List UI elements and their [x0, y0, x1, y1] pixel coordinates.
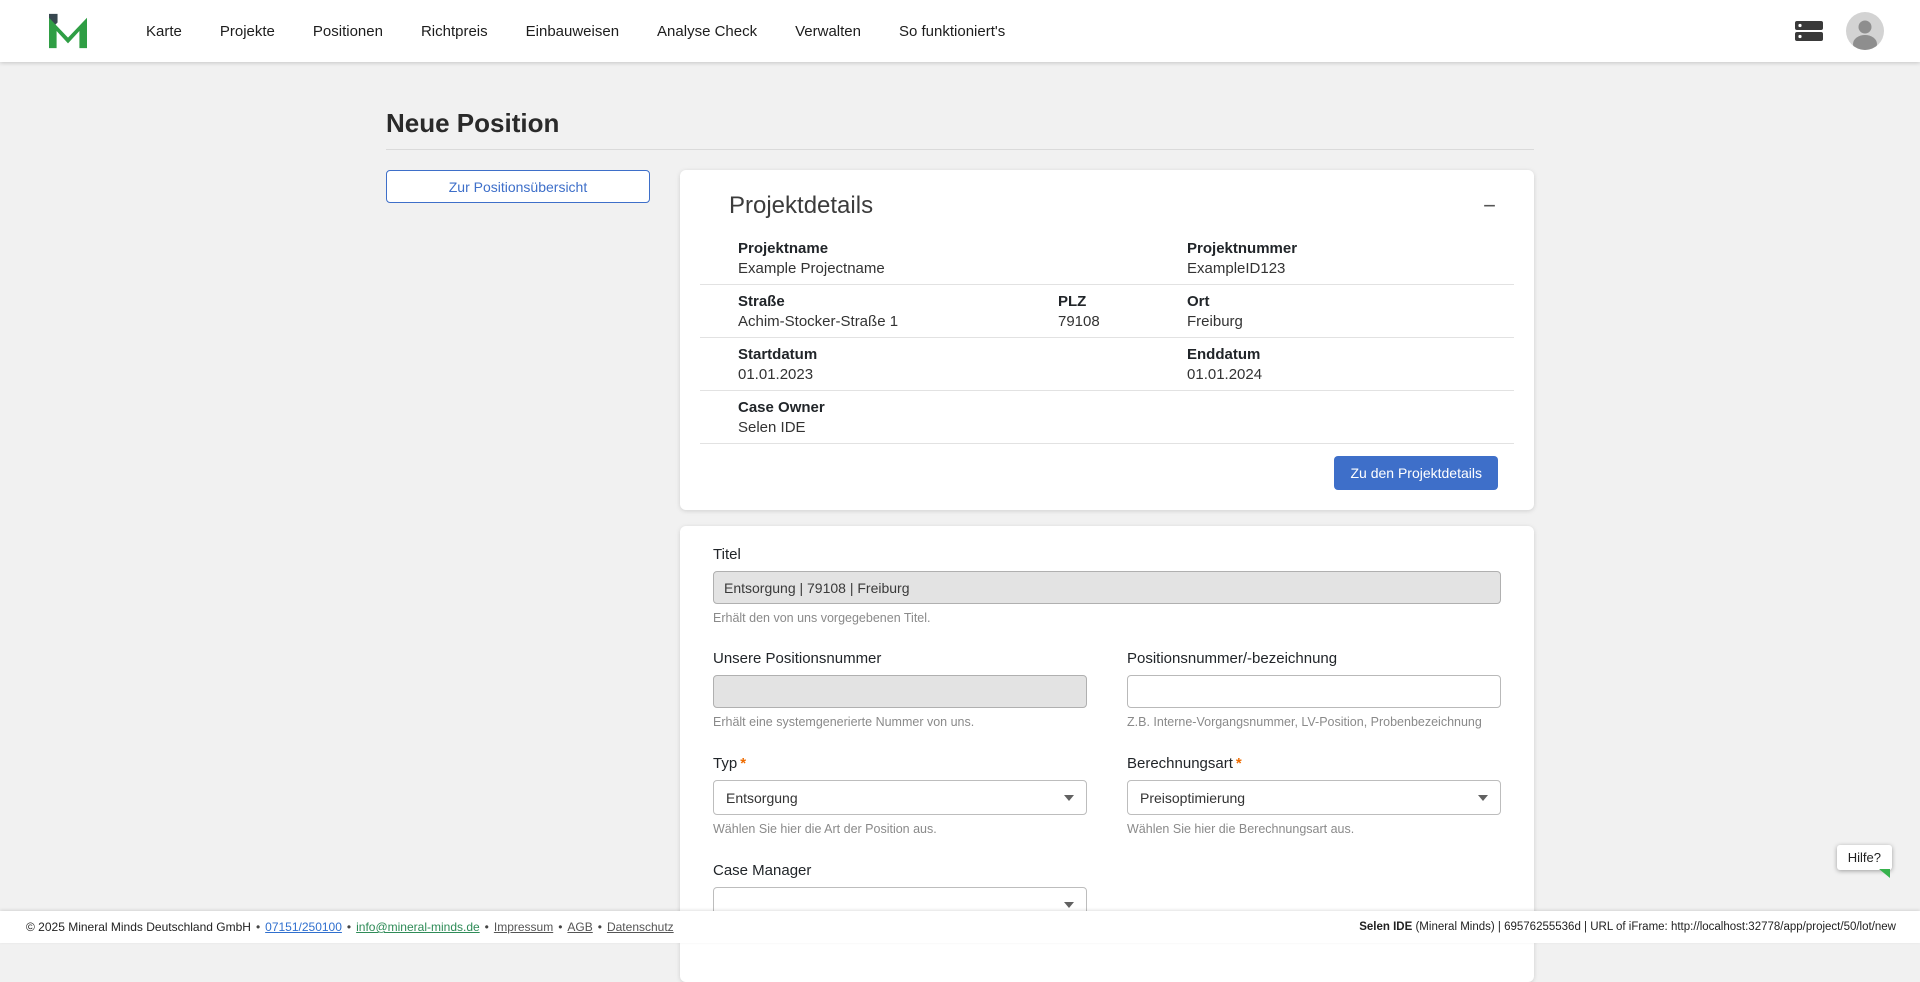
berechnungsart-label: Berechnungsart*	[1127, 755, 1501, 772]
case-owner-label: Case Owner	[738, 399, 1506, 417]
help-bubble-tail-icon	[1879, 869, 1890, 878]
separator: •	[347, 920, 351, 934]
collapse-card-button[interactable]: −	[1473, 195, 1506, 217]
enddatum-label: Enddatum	[1187, 346, 1506, 364]
positionsnummer-field: Positionsnummer/-bezeichnung Z.B. Intern…	[1127, 650, 1501, 729]
berechnungsart-select-value: Preisoptimierung	[1140, 790, 1245, 806]
startdatum-label: Startdatum	[738, 346, 1141, 364]
project-details-table: Projektname Example Projectname Projektn…	[700, 232, 1514, 444]
table-row: Straße Achim-Stocker-Straße 1 PLZ 79108 …	[700, 285, 1514, 338]
footer-session-info: Selen IDE (Mineral Minds) | 69576255536d…	[1359, 921, 1896, 933]
copyright-text: © 2025 Mineral Minds Deutschland GmbH	[26, 920, 251, 934]
server-icon[interactable]	[1794, 19, 1824, 43]
help-button[interactable]: Hilfe?	[1837, 845, 1892, 870]
positionsnummer-label: Positionsnummer/-bezeichnung	[1127, 650, 1501, 667]
separator: •	[485, 920, 489, 934]
page-title: Neue Position	[386, 108, 1534, 139]
nav-item-analyse-check[interactable]: Analyse Check	[657, 23, 757, 40]
typ-help: Wählen Sie hier die Art der Position aus…	[713, 822, 1087, 836]
titel-help: Erhält den von uns vorgegebenen Titel.	[713, 611, 1501, 625]
footer-session-details: (Mineral Minds) | 69576255536d | URL of …	[1412, 921, 1896, 933]
startdatum-value: 01.01.2023	[738, 366, 1141, 384]
berechnungsart-select[interactable]: Preisoptimierung	[1127, 780, 1501, 815]
navbar-right	[1794, 12, 1884, 50]
nav-item-karte[interactable]: Karte	[146, 23, 182, 40]
right-column: Projektdetails − Projektname Example Pro…	[680, 170, 1534, 982]
unsere-positionsnummer-input	[713, 675, 1087, 708]
mineral-minds-logo-icon	[47, 12, 89, 50]
nav-item-positionen[interactable]: Positionen	[313, 23, 383, 40]
app-logo[interactable]	[47, 12, 89, 50]
titel-field: Titel Erhält den von uns vorgegebenen Ti…	[713, 546, 1501, 625]
nav-item-richtpreis[interactable]: Richtpreis	[421, 23, 488, 40]
unsere-positionsnummer-field: Unsere Positionsnummer Erhält eine syste…	[713, 650, 1087, 729]
berechnungsart-field: Berechnungsart* Preisoptimierung Wählen …	[1127, 755, 1501, 836]
ort-value: Freiburg	[1187, 313, 1506, 331]
chevron-down-icon	[1478, 795, 1488, 801]
nav-item-projekte[interactable]: Projekte	[220, 23, 275, 40]
projektnummer-value: ExampleID123	[1187, 260, 1506, 278]
table-row: Case Owner Selen IDE	[700, 391, 1514, 444]
projektname-label: Projektname	[738, 240, 1141, 258]
strasse-value: Achim-Stocker-Straße 1	[738, 313, 1012, 331]
titel-label: Titel	[713, 546, 1501, 563]
positions-overview-button[interactable]: Zur Positionsübersicht	[386, 170, 650, 203]
title-divider	[386, 149, 1534, 150]
nav-item-so-funktionierts[interactable]: So funktioniert's	[899, 23, 1005, 40]
top-navbar: Karte Projekte Positionen Richtpreis Ein…	[0, 0, 1920, 62]
separator: •	[598, 920, 602, 934]
table-row: Projektname Example Projectname Projektn…	[700, 232, 1514, 285]
typ-select[interactable]: Entsorgung	[713, 780, 1087, 815]
typ-label: Typ*	[713, 755, 1087, 772]
plz-value: 79108	[1058, 313, 1141, 331]
required-mark: *	[1236, 755, 1242, 772]
impressum-link[interactable]: Impressum	[494, 920, 553, 934]
chevron-down-icon	[1064, 795, 1074, 801]
separator: •	[558, 920, 562, 934]
strasse-label: Straße	[738, 293, 1012, 311]
projektname-value: Example Projectname	[738, 260, 1141, 278]
help-button-label: Hilfe?	[1848, 850, 1881, 865]
footer-user: Selen IDE	[1359, 921, 1412, 933]
berechnungsart-help: Wählen Sie hier die Berechnungsart aus.	[1127, 822, 1501, 836]
table-row: Startdatum 01.01.2023 Enddatum 01.01.202…	[700, 338, 1514, 391]
case-owner-value: Selen IDE	[738, 419, 1506, 437]
datenschutz-link[interactable]: Datenschutz	[607, 920, 674, 934]
nav-item-verwalten[interactable]: Verwalten	[795, 23, 861, 40]
agb-link[interactable]: AGB	[567, 920, 592, 934]
typ-field: Typ* Entsorgung Wählen Sie hier die Art …	[713, 755, 1087, 836]
user-avatar-icon[interactable]	[1846, 12, 1884, 50]
chevron-down-icon	[1064, 902, 1074, 908]
case-manager-label: Case Manager	[713, 862, 1087, 879]
main-nav: Karte Projekte Positionen Richtpreis Ein…	[146, 23, 1005, 40]
project-card-title: Projektdetails	[729, 192, 873, 220]
required-mark: *	[740, 755, 746, 772]
unsere-positionsnummer-label: Unsere Positionsnummer	[713, 650, 1087, 667]
ort-label: Ort	[1187, 293, 1506, 311]
enddatum-value: 01.01.2024	[1187, 366, 1506, 384]
titel-input	[713, 571, 1501, 604]
footer: © 2025 Mineral Minds Deutschland GmbH • …	[0, 911, 1920, 943]
projektnummer-label: Projektnummer	[1187, 240, 1506, 258]
email-link[interactable]: info@mineral-minds.de	[356, 920, 480, 934]
positionsnummer-input[interactable]	[1127, 675, 1501, 708]
left-column: Zur Positionsübersicht	[386, 170, 650, 203]
positionsnummer-help: Z.B. Interne-Vorgangsnummer, LV-Position…	[1127, 715, 1501, 729]
footer-left: © 2025 Mineral Minds Deutschland GmbH • …	[26, 920, 674, 934]
main-content: Neue Position Zur Positionsübersicht Pro…	[0, 62, 1920, 982]
plz-label: PLZ	[1058, 293, 1141, 311]
project-details-card: Projektdetails − Projektname Example Pro…	[680, 170, 1534, 510]
project-details-button[interactable]: Zu den Projektdetails	[1334, 456, 1498, 490]
phone-link[interactable]: 07151/250100	[265, 920, 342, 934]
typ-select-value: Entsorgung	[726, 790, 798, 806]
unsere-positionsnummer-help: Erhält eine systemgenerierte Nummer von …	[713, 715, 1087, 729]
separator: •	[256, 920, 260, 934]
nav-item-einbauweisen[interactable]: Einbauweisen	[526, 23, 619, 40]
